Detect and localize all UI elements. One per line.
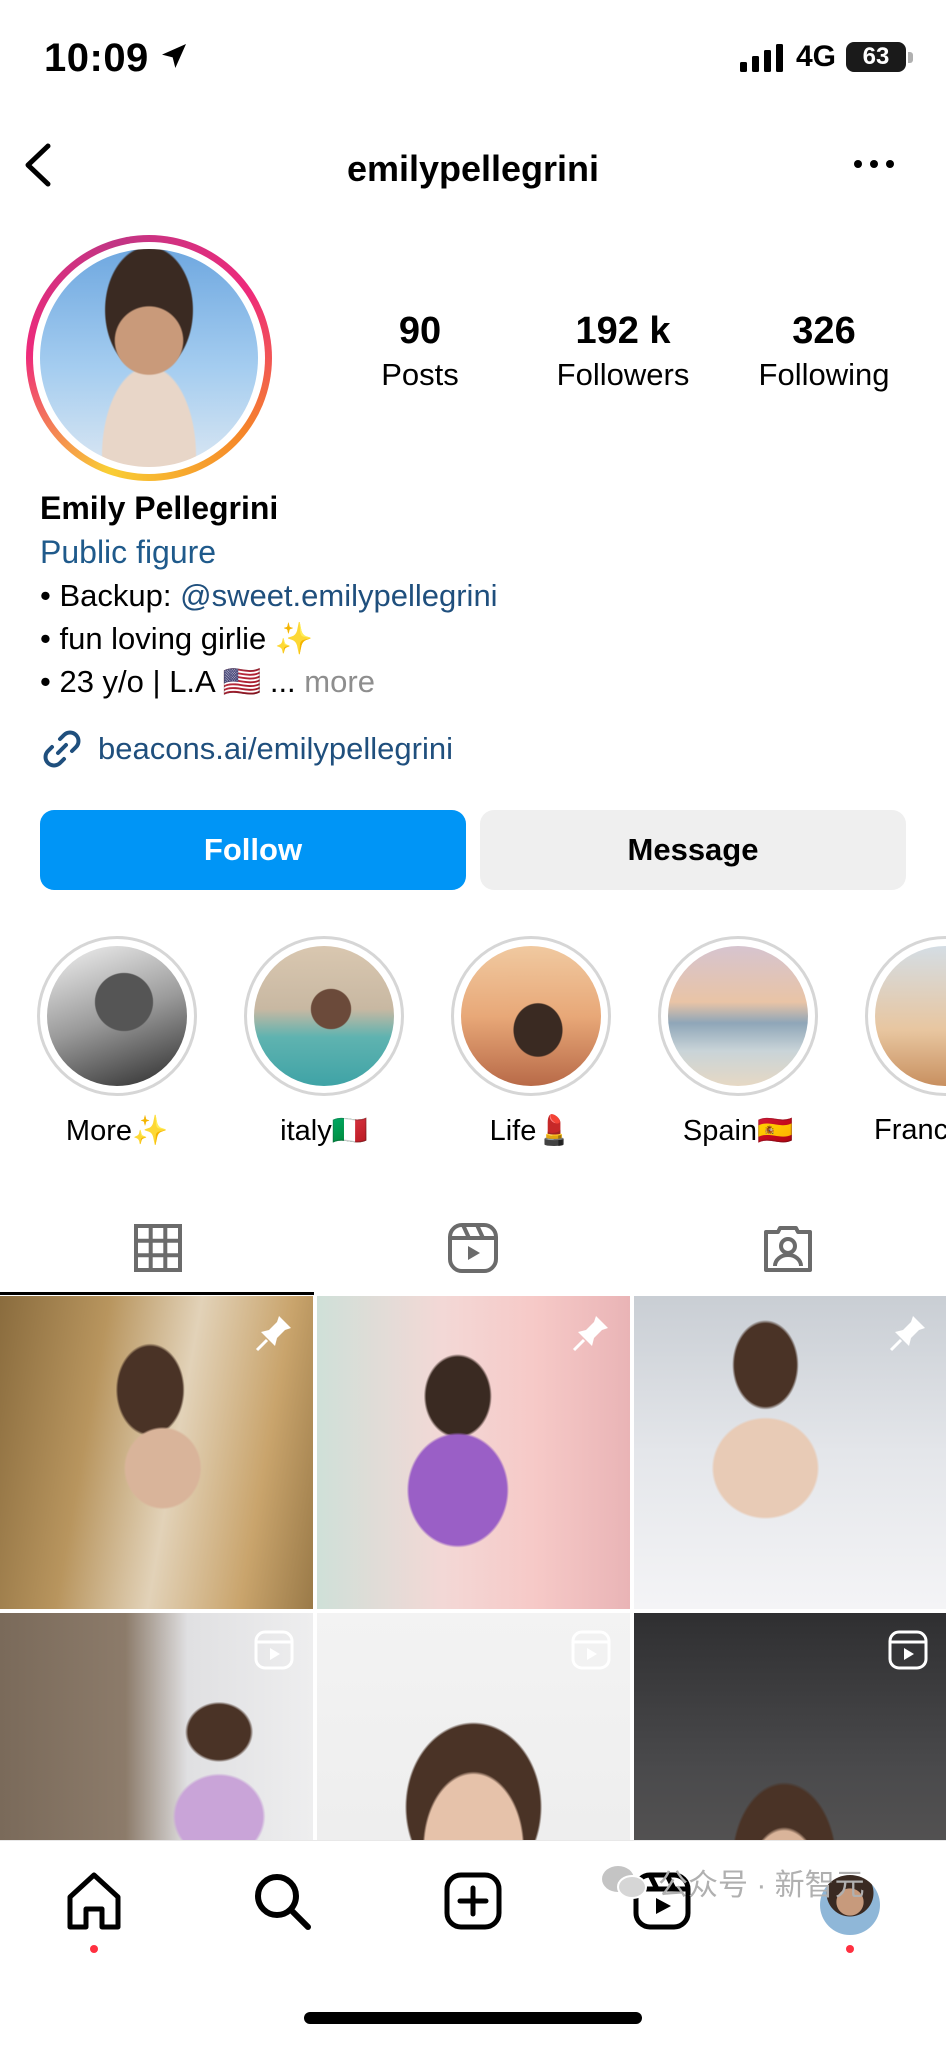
- bio-backup-prefix: • Backup:: [40, 578, 181, 613]
- post-grid: [0, 1296, 946, 1840]
- status-bar: 10:09 4G 63: [0, 0, 946, 110]
- clock-time: 10:09: [44, 36, 149, 80]
- grid-post[interactable]: [0, 1296, 313, 1609]
- highlight-cover: [668, 946, 808, 1086]
- pinned-icon: [255, 1316, 291, 1352]
- highlight-label: Spain🇪🇸: [682, 1115, 794, 1147]
- grid-post[interactable]: [634, 1613, 946, 1840]
- pinned-icon: [889, 1316, 925, 1352]
- stat-posts[interactable]: 90 Posts: [360, 310, 480, 393]
- highlight-cover: [47, 946, 187, 1086]
- bio-line-age: • 23 y/o | L.A 🇺🇸 ... more: [40, 660, 920, 703]
- watermark-text: 公众号 · 新智元: [658, 1869, 865, 1902]
- tagged-icon: [763, 1226, 812, 1272]
- reels-icon: [447, 1223, 498, 1273]
- posts-count: 90: [398, 310, 442, 352]
- highlight-cover: [254, 946, 394, 1086]
- highlight-cover: [875, 946, 946, 1086]
- location-arrow-icon: [162, 44, 186, 68]
- profile-tabs: [0, 1200, 946, 1296]
- profile-notification-dot: [846, 1945, 854, 1953]
- grid-icon: [133, 1224, 182, 1272]
- tab-reels[interactable]: [315, 1200, 630, 1296]
- grid-post[interactable]: [634, 1296, 946, 1609]
- create-post-icon[interactable]: [441, 1869, 505, 1933]
- home-icon[interactable]: [62, 1869, 126, 1933]
- external-link[interactable]: beacons.ai/emilypellegrini: [40, 727, 920, 771]
- highlight-label: Life💄: [489, 1115, 573, 1147]
- highlight-ring: [865, 936, 946, 1096]
- highlight-ring: [244, 936, 404, 1096]
- home-indicator[interactable]: [304, 2012, 642, 2024]
- active-tab-indicator: [0, 1292, 314, 1295]
- stat-following[interactable]: 326 Following: [744, 310, 904, 393]
- battery-level: 63: [862, 43, 890, 70]
- highlight-france[interactable]: Franc: [862, 936, 946, 1147]
- follow-button[interactable]: Follow: [40, 810, 466, 890]
- highlight-italy[interactable]: italy🇮🇹: [241, 936, 407, 1148]
- highlight-label: italy🇮🇹: [280, 1115, 368, 1147]
- following-label: Following: [758, 357, 890, 392]
- profile-bio: Emily Pellegrini Public figure • Backup:…: [40, 486, 920, 771]
- display-name: Emily Pellegrini: [40, 490, 279, 526]
- profile-avatar[interactable]: [26, 235, 272, 481]
- highlight-ring: [451, 936, 611, 1096]
- stat-followers[interactable]: 192 k Followers: [540, 310, 706, 393]
- reel-badge-icon: [888, 1630, 928, 1670]
- avatar-photo: [40, 249, 258, 467]
- tab-posts-grid[interactable]: [0, 1200, 315, 1296]
- following-count: 326: [792, 310, 856, 352]
- posts-label: Posts: [381, 357, 459, 392]
- top-nav: emilypellegrini: [0, 120, 946, 210]
- signal-bars-icon: [740, 44, 783, 72]
- more-options-icon[interactable]: [852, 152, 896, 176]
- followers-label: Followers: [556, 357, 690, 392]
- highlight-cover: [461, 946, 601, 1086]
- highlight-spain[interactable]: Spain🇪🇸: [655, 936, 821, 1148]
- bio-more-link[interactable]: more: [296, 664, 375, 699]
- followers-count: 192 k: [575, 310, 671, 352]
- pinned-icon: [572, 1316, 608, 1352]
- highlight-ring: [658, 936, 818, 1096]
- grid-post[interactable]: [317, 1296, 630, 1609]
- reel-badge-icon: [571, 1630, 611, 1670]
- battery-tip: [908, 52, 913, 63]
- search-icon[interactable]: [250, 1869, 314, 1933]
- backup-account-mention[interactable]: @sweet.emilypellegrini: [180, 578, 497, 613]
- wechat-icon: [602, 1866, 647, 1899]
- home-notification-dot: [90, 1945, 98, 1953]
- network-type: 4G: [796, 40, 837, 73]
- highlight-more[interactable]: More✨: [34, 936, 200, 1148]
- highlight-ring: [37, 936, 197, 1096]
- bio-line-backup: • Backup: @sweet.emilypellegrini: [40, 574, 920, 617]
- highlight-life[interactable]: Life💄: [448, 936, 614, 1148]
- message-button[interactable]: Message: [480, 810, 906, 890]
- external-link-text: beacons.ai/emilypellegrini: [98, 731, 453, 766]
- avatar-inner-ring: [33, 242, 265, 474]
- grid-post[interactable]: [317, 1613, 630, 1840]
- profile-username: emilypellegrini: [346, 148, 600, 189]
- wechat-watermark: 公众号 · 新智元: [600, 1860, 865, 1904]
- link-chain-icon: [43, 730, 81, 768]
- bio-age-text: • 23 y/o | L.A 🇺🇸 ...: [40, 664, 296, 699]
- grid-post[interactable]: [0, 1613, 313, 1840]
- reel-badge-icon: [254, 1630, 294, 1670]
- bio-line-girlie: • fun loving girlie ✨: [40, 621, 314, 656]
- tab-tagged[interactable]: [630, 1200, 945, 1296]
- highlight-label: Franc: [874, 1114, 946, 1146]
- story-highlights: More✨ italy🇮🇹 Life💄 Spain🇪🇸 Franc: [0, 936, 946, 1156]
- highlight-label: More✨: [65, 1115, 169, 1147]
- profile-category[interactable]: Public figure: [40, 530, 920, 574]
- battery-icon: 63: [846, 42, 906, 72]
